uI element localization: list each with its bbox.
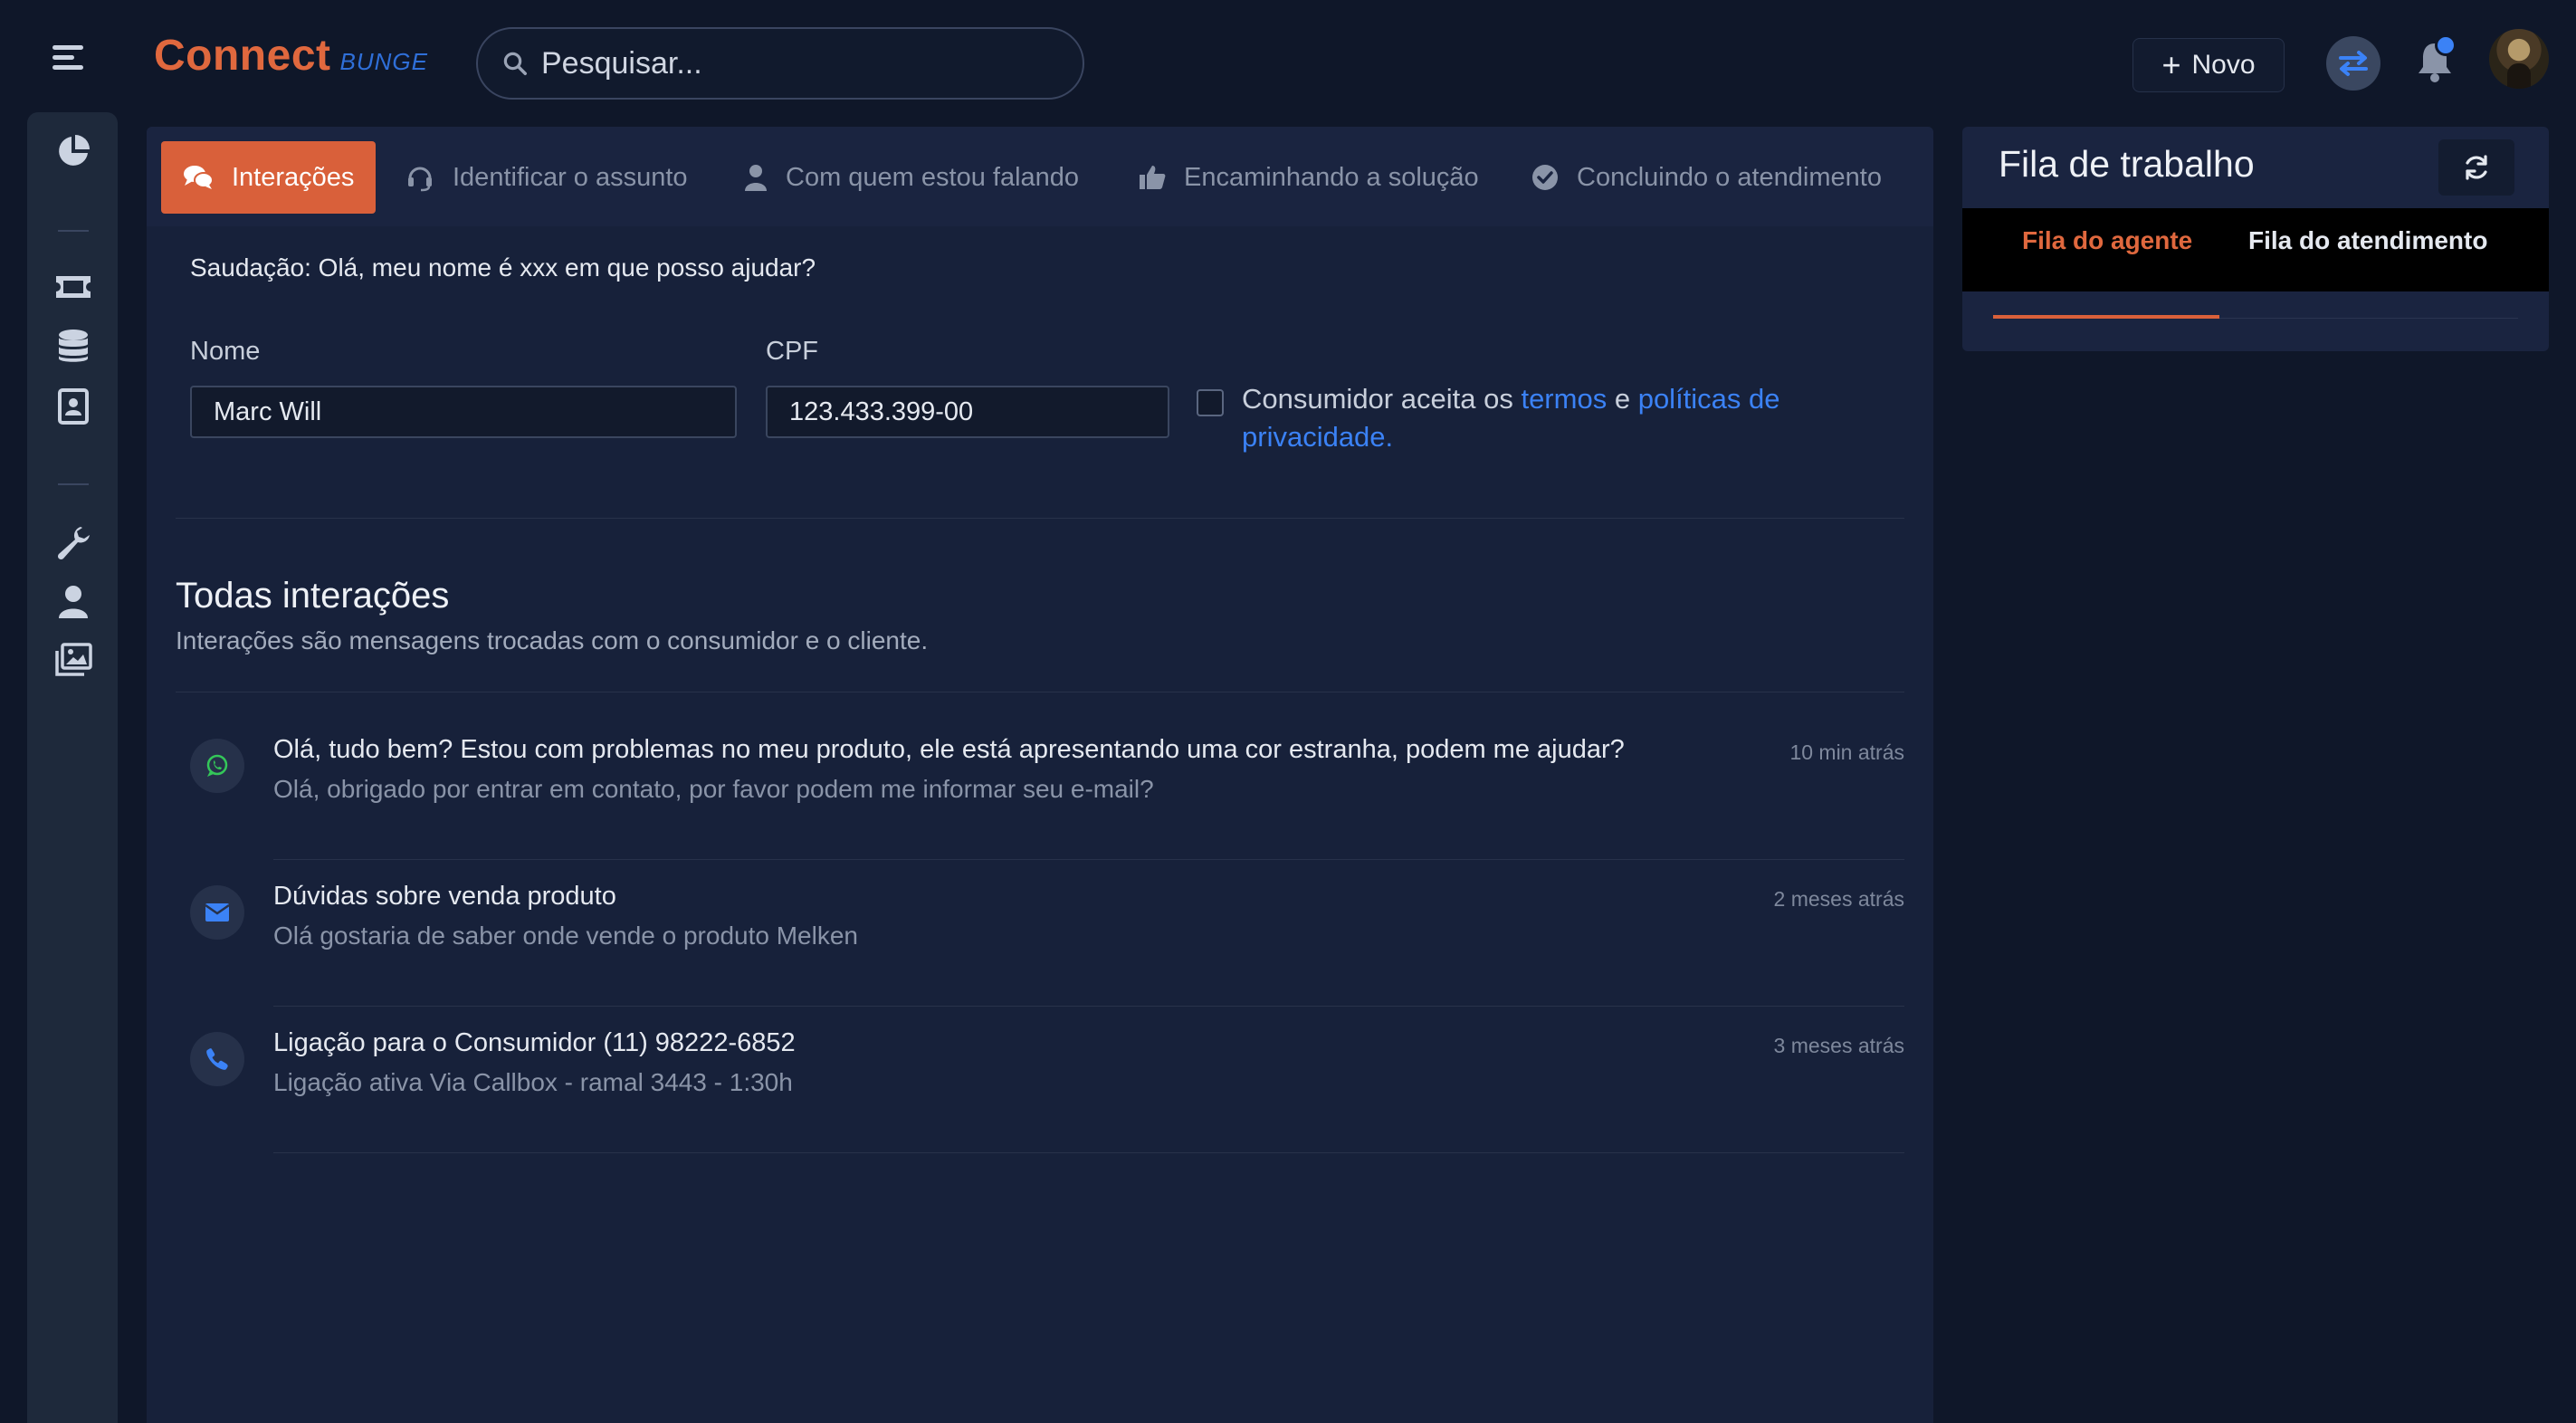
tab-label: Com quem estou falando bbox=[786, 162, 1080, 192]
active-tab-indicator bbox=[1993, 315, 2219, 319]
tab-identificar-assunto[interactable]: Identificar o assunto bbox=[405, 141, 688, 214]
cpf-label: CPF bbox=[766, 337, 818, 366]
user-icon[interactable] bbox=[54, 583, 92, 621]
consent-group: Consumidor aceita os termos e políticas … bbox=[1197, 380, 1884, 456]
interaction-description: Olá, obrigado por entrar em contato, por… bbox=[273, 775, 1154, 803]
tab-label: Concluindo o atendimento bbox=[1577, 162, 1882, 192]
interaction-description: Ligação ativa Via Callbox - ramal 3443 -… bbox=[273, 1068, 793, 1096]
tab-label: Interações bbox=[232, 162, 355, 192]
nav-divider bbox=[58, 230, 89, 232]
interaction-item[interactable]: Dúvidas sobre venda produto Olá gostaria… bbox=[190, 860, 1904, 1007]
consent-and: e bbox=[1614, 383, 1631, 415]
brand-name: Connect bbox=[154, 32, 331, 80]
tab-concluindo-atendimento[interactable]: Concluindo o atendimento bbox=[1531, 141, 1882, 214]
database-icon[interactable] bbox=[54, 328, 92, 366]
plus-icon: + bbox=[2161, 46, 2181, 83]
consent-checkbox[interactable] bbox=[1197, 389, 1224, 416]
queue-title: Fila de trabalho bbox=[1999, 143, 2255, 185]
new-button-label: Novo bbox=[2191, 50, 2256, 80]
tab-label: Encaminhando a solução bbox=[1184, 162, 1479, 192]
check-circle-icon bbox=[1531, 164, 1559, 191]
notification-badge bbox=[2435, 34, 2457, 56]
section-divider bbox=[176, 518, 1904, 519]
consent-prefix: Consumidor aceita os bbox=[1242, 383, 1513, 415]
cpf-field[interactable] bbox=[766, 386, 1169, 438]
envelope-icon bbox=[190, 885, 244, 940]
transfer-icon[interactable] bbox=[2326, 36, 2380, 91]
tab-fila-do-agente[interactable]: Fila do agente bbox=[2022, 226, 2192, 255]
new-button[interactable]: + Novo bbox=[2132, 38, 2285, 92]
interaction-title: Olá, tudo bem? Estou com problemas no me… bbox=[273, 735, 1625, 764]
terms-link[interactable]: termos bbox=[1521, 383, 1607, 415]
comments-icon bbox=[183, 164, 214, 191]
tab-com-quem-estou-falando[interactable]: Com quem estou falando bbox=[744, 141, 1079, 214]
tab-fila-do-atendimento[interactable]: Fila do atendimento bbox=[2248, 226, 2487, 255]
top-bar: Connect BUNGE + Novo bbox=[0, 0, 2576, 123]
consent-text: Consumidor aceita os termos e políticas … bbox=[1242, 380, 1884, 456]
interaction-description: Olá gostaria de saber onde vende o produ… bbox=[273, 922, 858, 950]
queue-tabs: Fila do agente Fila do atendimento bbox=[1962, 208, 2549, 291]
whatsapp-icon bbox=[190, 739, 244, 793]
contact-card-icon[interactable] bbox=[54, 387, 92, 425]
search-input[interactable] bbox=[541, 45, 1048, 81]
side-navigation bbox=[27, 112, 118, 1423]
section-title: Todas interações bbox=[176, 576, 450, 616]
nav-divider bbox=[58, 483, 89, 485]
wrench-icon[interactable] bbox=[54, 523, 92, 561]
thumbs-up-icon bbox=[1139, 164, 1166, 191]
refresh-button[interactable] bbox=[2438, 139, 2514, 196]
menu-icon[interactable] bbox=[52, 43, 85, 72]
row-divider bbox=[273, 1152, 1904, 1153]
interaction-timestamp: 3 meses atrás bbox=[1773, 1034, 1904, 1057]
interaction-item[interactable]: Olá, tudo bem? Estou com problemas no me… bbox=[190, 713, 1904, 860]
user-icon bbox=[744, 163, 768, 192]
tab-interacoes[interactable]: Interações bbox=[161, 141, 377, 214]
work-queue-panel: Fila de trabalho Fila do agente Fila do … bbox=[1962, 127, 2549, 351]
pie-chart-icon[interactable] bbox=[54, 132, 92, 170]
interaction-title: Ligação para o Consumidor (11) 98222-685… bbox=[273, 1028, 796, 1057]
search-box[interactable] bbox=[476, 27, 1084, 100]
avatar[interactable] bbox=[2489, 29, 2549, 89]
tab-encaminhando-solucao[interactable]: Encaminhando a solução bbox=[1139, 141, 1479, 214]
interaction-item[interactable]: Ligação para o Consumidor (11) 98222-685… bbox=[190, 1007, 1904, 1153]
ticket-icon[interactable] bbox=[54, 268, 92, 306]
headset-icon bbox=[405, 163, 434, 192]
workflow-tabs: Interações Identificar o assunto Com que… bbox=[147, 127, 1933, 226]
greeting-script: Saudação: Olá, meu nome é xxx em que pos… bbox=[190, 253, 816, 282]
interaction-timestamp: 2 meses atrás bbox=[1773, 887, 1904, 911]
brand-logo[interactable]: Connect BUNGE bbox=[154, 31, 428, 81]
main-panel: Interações Identificar o assunto Com que… bbox=[147, 127, 1933, 1423]
name-label: Nome bbox=[190, 337, 261, 366]
tab-label: Identificar o assunto bbox=[453, 162, 688, 192]
interaction-timestamp: 10 min atrás bbox=[1789, 740, 1904, 764]
search-icon bbox=[501, 50, 529, 77]
phone-icon bbox=[190, 1032, 244, 1086]
name-field[interactable] bbox=[190, 386, 737, 438]
refresh-icon bbox=[2462, 153, 2491, 182]
section-subtitle: Interações são mensagens trocadas com o … bbox=[176, 626, 929, 654]
interaction-title: Dúvidas sobre venda produto bbox=[273, 882, 616, 911]
brand-partner-logo: BUNGE bbox=[339, 48, 428, 75]
image-gallery-icon[interactable] bbox=[54, 641, 92, 679]
